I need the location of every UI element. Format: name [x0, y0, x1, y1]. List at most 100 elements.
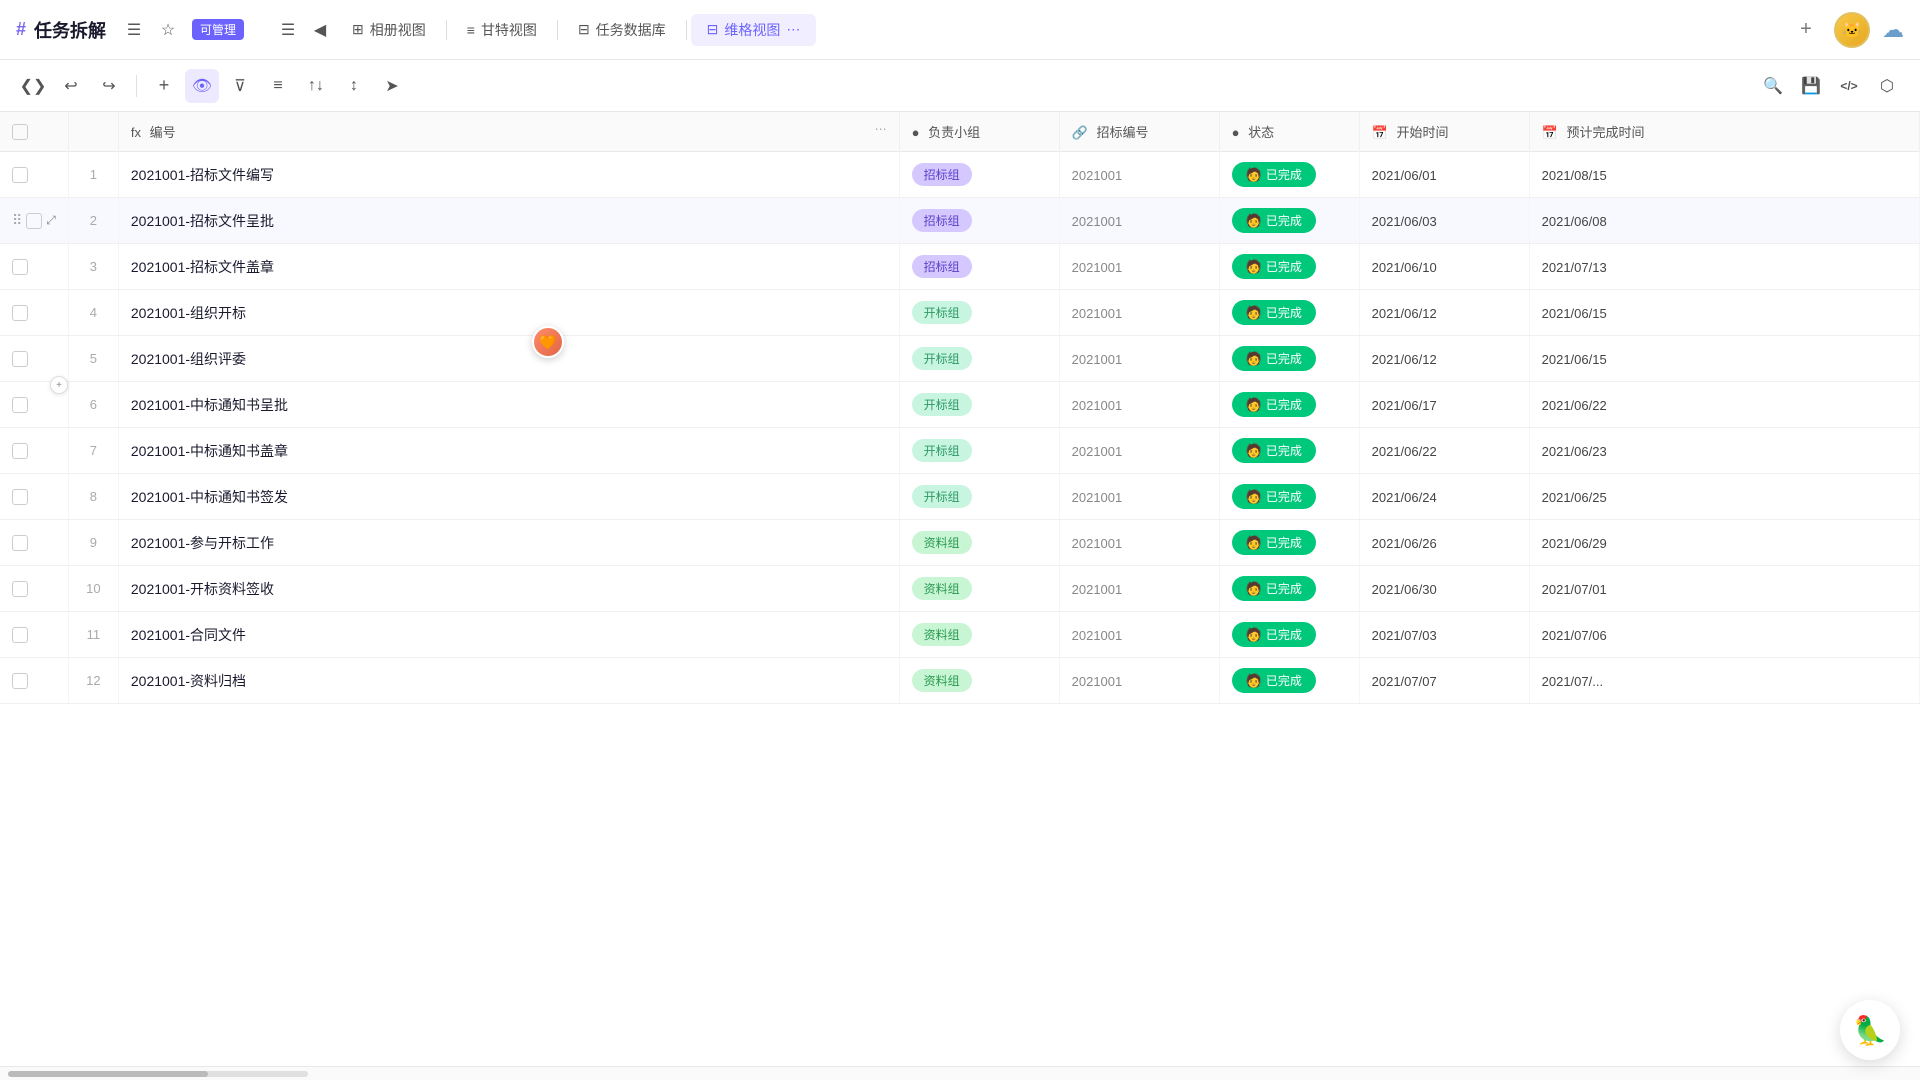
table-row: 11 2021001-合同文件 资料组 2021001 🧑 已完成 2021/0…: [0, 612, 1920, 658]
group-tag: 资料组: [912, 531, 972, 554]
end-date: 2021/08/15: [1542, 168, 1607, 183]
td-end: 2021/06/29: [1529, 520, 1919, 566]
row-checkbox[interactable]: [12, 673, 28, 689]
left-expand-btn[interactable]: +: [50, 376, 68, 394]
row-checkbox[interactable]: [26, 213, 42, 229]
td-name: 2021001-资料归档: [118, 658, 899, 704]
filter-btn[interactable]: ⊽: [223, 69, 257, 103]
task-name: 2021001-组织评委: [131, 351, 246, 367]
status-dot-icon: ●: [1232, 125, 1240, 140]
row-checkbox[interactable]: [12, 443, 28, 459]
start-date: 2021/07/07: [1372, 674, 1437, 689]
td-name: 2021001-中标通知书呈批: [118, 382, 899, 428]
td-bid: 2021001: [1059, 244, 1219, 290]
tab-gantt[interactable]: ≡ 甘特视图: [451, 14, 553, 46]
main-table: fx 编号 ⋯ ● 负责小组 🔗 招标编号 ● 状态: [0, 112, 1920, 704]
main-content: + fx 编号 ⋯ ● 负责小组: [0, 112, 1920, 1080]
end-date: 2021/07/...: [1542, 674, 1603, 689]
td-check: [0, 428, 68, 474]
task-name: 2021001-中标通知书呈批: [131, 397, 288, 413]
header-checkbox[interactable]: [12, 124, 28, 140]
hashtag-icon: #: [16, 19, 26, 40]
bookmark-icon-btn[interactable]: ☰: [118, 14, 150, 46]
th-status: ● 状态: [1219, 112, 1359, 152]
sort-btn[interactable]: ↑↓: [299, 69, 333, 103]
row-checkbox[interactable]: [12, 351, 28, 367]
title-section: # 任务拆解 ☰ ☆ 可管理: [16, 14, 244, 46]
expand-sidebar-btn[interactable]: ❮❯: [16, 69, 50, 103]
tab-album[interactable]: ⊞ 相册视图: [336, 14, 442, 46]
task-name: 2021001-招标文件盖章: [131, 259, 274, 275]
status-emoji: 🧑: [1246, 351, 1262, 367]
td-bid: 2021001: [1059, 382, 1219, 428]
album-icon: ⊞: [352, 21, 364, 38]
td-check: [0, 658, 68, 704]
cube-btn[interactable]: ⬡: [1870, 69, 1904, 103]
group-btn[interactable]: ≡: [261, 69, 295, 103]
bid-number: 2021001: [1072, 582, 1123, 597]
td-end: 2021/06/25: [1529, 474, 1919, 520]
collapse-nav-btn[interactable]: ☰: [272, 14, 304, 46]
td-num: 7: [68, 428, 118, 474]
row-checkbox[interactable]: [12, 535, 28, 551]
star-icon-btn[interactable]: ☆: [152, 14, 184, 46]
row-checkbox[interactable]: [12, 259, 28, 275]
tab-vika[interactable]: ⊟ 维格视图 ⋯: [691, 14, 817, 46]
td-bid: 2021001: [1059, 336, 1219, 382]
share-btn[interactable]: ➤: [375, 69, 409, 103]
drag-handle[interactable]: ⠿: [12, 212, 22, 229]
expand-row-icon[interactable]: ⤢: [46, 213, 56, 228]
row-check-cell: ⠿ ⤢: [12, 212, 56, 229]
scrollbar-track[interactable]: [8, 1071, 308, 1077]
save-view-btn[interactable]: 💾: [1794, 69, 1828, 103]
tab-database[interactable]: ⊟ 任务数据库: [562, 14, 682, 46]
td-num: 1: [68, 152, 118, 198]
td-check: [0, 612, 68, 658]
row-checkbox[interactable]: [12, 489, 28, 505]
chatbot-btn[interactable]: 🦜: [1840, 1000, 1900, 1060]
undo-btn[interactable]: ↩: [54, 69, 88, 103]
cloud-icon[interactable]: ☁: [1882, 17, 1904, 43]
end-date: 2021/06/15: [1542, 352, 1607, 367]
td-name: 2021001-组织评委: [118, 336, 899, 382]
table-body: 1 2021001-招标文件编写 招标组 2021001 🧑 已完成 2021/…: [0, 152, 1920, 704]
task-name: 2021001-中标通知书盖章: [131, 443, 288, 459]
start-date: 2021/06/17: [1372, 398, 1437, 413]
row-checkbox[interactable]: [12, 167, 28, 183]
table-container[interactable]: fx 编号 ⋯ ● 负责小组 🔗 招标编号 ● 状态: [0, 112, 1920, 1080]
floating-user-avatar[interactable]: 🧡: [532, 326, 564, 358]
row-checkbox[interactable]: [12, 305, 28, 321]
search-btn[interactable]: 🔍: [1756, 69, 1790, 103]
td-status: 🧑 已完成: [1219, 658, 1359, 704]
nav-tabs: ☰ ◀ ⊞ 相册视图 ≡ 甘特视图 ⊟ 任务数据库 ⊟ 维格视图 ⋯: [272, 14, 816, 46]
td-start: 2021/06/03: [1359, 198, 1529, 244]
add-view-btn[interactable]: +: [1790, 14, 1822, 46]
scrollbar-thumb[interactable]: [8, 1071, 208, 1077]
table-row: 4 2021001-组织开标 开标组 2021001 🧑 已完成 2021/06…: [0, 290, 1920, 336]
bid-number: 2021001: [1072, 444, 1123, 459]
add-field-btn[interactable]: +: [147, 69, 181, 103]
td-group: 资料组: [899, 520, 1059, 566]
row-checkbox[interactable]: [12, 397, 28, 413]
row-checkbox[interactable]: [12, 581, 28, 597]
page-title: 任务拆解: [34, 17, 106, 43]
manageable-badge: 可管理: [192, 19, 244, 40]
col-more-icon[interactable]: ⋯: [875, 122, 887, 136]
td-status: 🧑 已完成: [1219, 520, 1359, 566]
start-date: 2021/06/26: [1372, 536, 1437, 551]
vika-more-icon[interactable]: ⋯: [786, 21, 800, 38]
status-emoji: 🧑: [1246, 627, 1262, 643]
status-badge: 🧑 已完成: [1232, 208, 1316, 233]
eye-btn[interactable]: 👁: [185, 69, 219, 103]
td-status: 🧑 已完成: [1219, 382, 1359, 428]
scroll-area[interactable]: [0, 1066, 1920, 1080]
row-height-btn[interactable]: ↕: [337, 69, 371, 103]
group-tag: 招标组: [912, 255, 972, 278]
row-checkbox[interactable]: [12, 627, 28, 643]
user-avatar[interactable]: 🐱: [1834, 12, 1870, 48]
redo-btn[interactable]: ↪: [92, 69, 126, 103]
td-start: 2021/06/10: [1359, 244, 1529, 290]
api-btn[interactable]: </>: [1832, 69, 1866, 103]
nav-back-btn[interactable]: ◀: [304, 14, 336, 46]
start-date: 2021/06/01: [1372, 168, 1437, 183]
